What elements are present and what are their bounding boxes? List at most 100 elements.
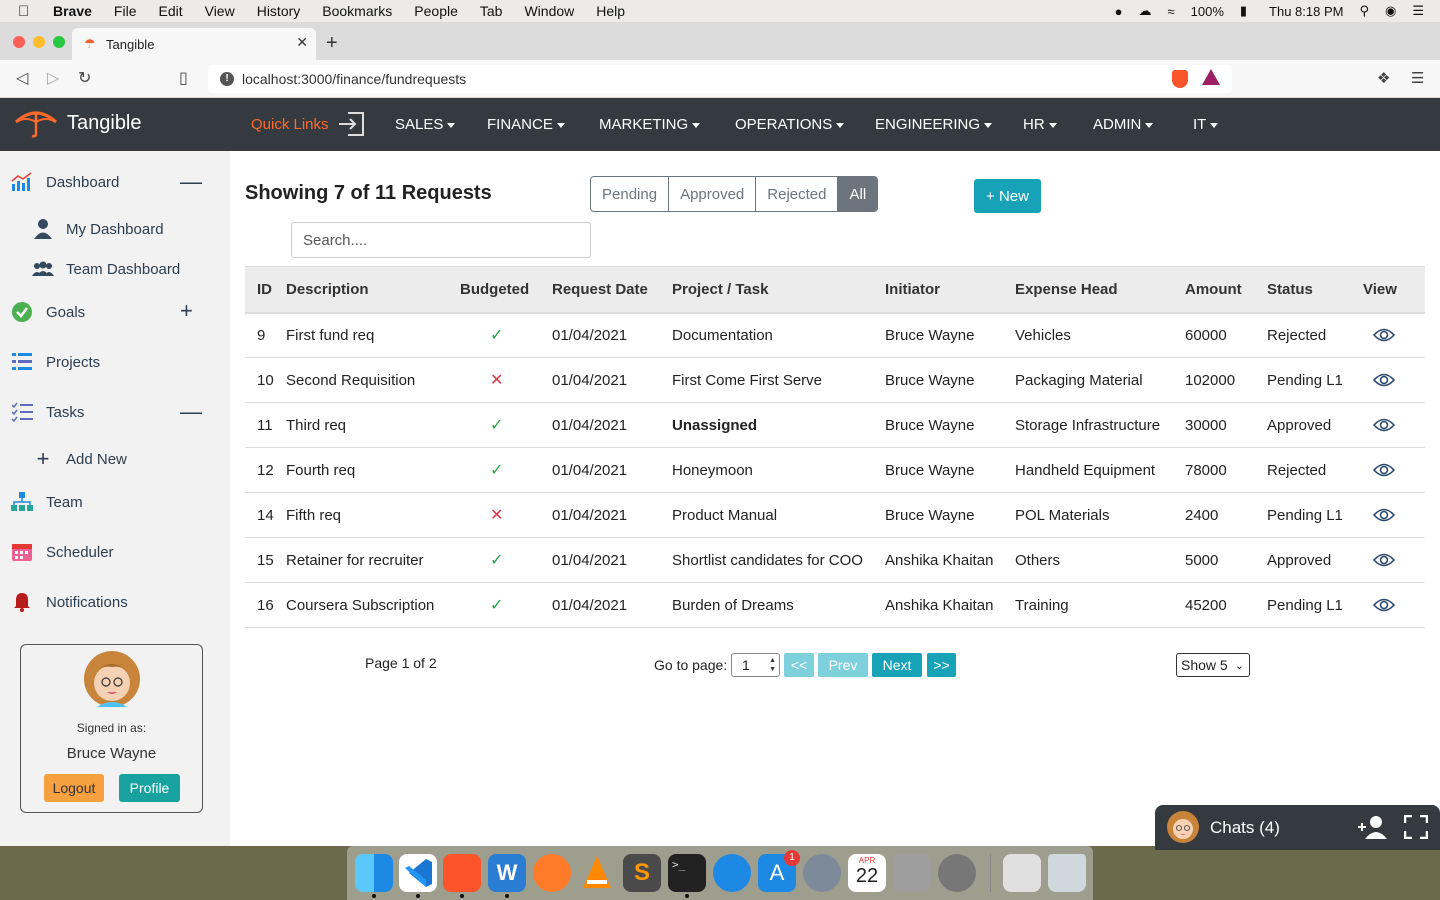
nav-engineering[interactable]: ENGINEERING [875,116,993,133]
header-expense-head[interactable]: Expense Head [1015,266,1185,314]
sidebar-item-add-new[interactable]: + Add New [0,446,127,471]
documents-folder-icon[interactable] [1003,854,1041,892]
table-row[interactable]: 9 First fund req ✓ 01/04/2021 Documentat… [245,312,1425,358]
sidebar-item-team[interactable]: Team [0,491,83,513]
header-budgeted[interactable]: Budgeted [460,266,552,314]
nav-sales[interactable]: SALES [395,116,456,133]
url-text[interactable]: localhost:3000/finance/fundrequests [242,71,466,87]
nav-it[interactable]: IT [1193,116,1219,133]
finder-icon[interactable] [355,854,393,892]
header-request-date[interactable]: Request Date [552,266,672,314]
chats-label[interactable]: Chats (4) [1210,818,1280,838]
sidebar-item-tasks[interactable]: Tasks [0,401,84,423]
header-initiator[interactable]: Initiator [885,266,1015,314]
chats-widget[interactable]: Chats (4) [1155,805,1440,850]
table-row[interactable]: 10 Second Requisition ✕ 01/04/2021 First… [245,357,1425,403]
safari-icon[interactable] [713,854,751,892]
trash-icon[interactable] [1048,854,1086,892]
menu-people[interactable]: People [414,3,458,19]
nav-admin[interactable]: ADMIN [1093,116,1154,133]
table-row[interactable]: 12 Fourth req ✓ 01/04/2021 Honeymoon Bru… [245,447,1425,493]
brave-rewards-icon[interactable] [1202,69,1220,85]
sidebar-item-projects[interactable]: Projects [0,351,100,373]
table-row[interactable]: 11 Third req ✓ 01/04/2021 Unassigned Bru… [245,402,1425,448]
menu-edit[interactable]: Edit [158,3,182,19]
back-icon[interactable]: ◁ [16,68,28,88]
eye-icon[interactable] [1373,373,1395,387]
stepper-arrows-icon[interactable]: ▲ ▼ [769,656,776,674]
sidebar-item-team-dashboard[interactable]: Team Dashboard [0,258,180,280]
nav-finance[interactable]: FINANCE [487,116,565,133]
nav-marketing[interactable]: MARKETING [599,116,701,133]
address-bar[interactable]: ! localhost:3000/finance/fundrequests [208,65,1232,93]
site-info-icon[interactable]: ! [220,72,234,86]
table-row[interactable]: 16 Coursera Subscription ✓ 01/04/2021 Bu… [245,582,1425,628]
calculator-icon[interactable] [893,854,931,892]
new-request-button[interactable]: + New [974,179,1041,213]
header-status[interactable]: Status [1267,266,1363,314]
terminal-icon[interactable]: >_ [668,854,706,892]
sublime-icon[interactable]: S [623,854,661,892]
header-description[interactable]: Description [286,266,460,314]
logout-button[interactable]: Logout [44,774,104,802]
eye-icon[interactable] [1373,463,1395,477]
brave-shields-icon[interactable] [1172,70,1188,88]
brave-icon[interactable] [443,854,481,892]
vlc-icon[interactable] [578,854,616,892]
apple-icon[interactable]:  [18,3,38,20]
header-amount[interactable]: Amount [1185,266,1267,314]
eye-icon[interactable] [1373,418,1395,432]
forward-icon[interactable]: ▷ [47,68,59,88]
nav-operations[interactable]: OPERATIONS [735,116,845,133]
clock[interactable]: Thu 8:18 PM [1269,4,1343,19]
nav-hr[interactable]: HR [1023,116,1057,133]
elephant-icon[interactable]: ● [1115,4,1123,19]
first-page-button[interactable]: << [784,653,814,677]
sidebar-item-scheduler[interactable]: Scheduler [0,541,114,563]
notification-center-icon[interactable]: ☰ [1412,3,1424,19]
table-row[interactable]: 15 Retainer for recruiter ✓ 01/04/2021 S… [245,537,1425,583]
page-number-input[interactable]: 1 ▲ ▼ [731,653,780,677]
close-window-button[interactable] [13,36,25,48]
quick-links-link[interactable]: Quick Links [251,116,329,133]
eye-icon[interactable] [1373,328,1395,342]
menu-view[interactable]: View [205,3,235,19]
fullscreen-icon[interactable] [1404,815,1428,839]
siri-icon[interactable]: ◉ [1385,3,1396,19]
browser-menu-icon[interactable]: ☰ [1411,69,1424,87]
new-tab-icon[interactable]: + [326,32,338,55]
zoom-window-button[interactable] [53,36,65,48]
bookmark-icon[interactable]: ▯ [179,68,188,88]
profile-button[interactable]: Profile [119,774,180,802]
page-size-select[interactable]: Show 5 ⌄ [1176,653,1250,677]
table-row[interactable]: 14 Fifth req ✕ 01/04/2021 Product Manual… [245,492,1425,538]
sidebar-item-goals[interactable]: Goals [0,301,85,323]
last-page-button[interactable]: >> [927,653,956,677]
system-preferences-icon[interactable] [938,854,976,892]
launchpad-icon[interactable] [803,854,841,892]
calendar-app-icon[interactable]: APR 22 [848,854,886,892]
menu-bookmarks[interactable]: Bookmarks [322,3,392,19]
reload-icon[interactable]: ↻ [78,68,91,88]
eye-icon[interactable] [1373,553,1395,567]
menu-history[interactable]: History [257,3,301,19]
filter-approved-button[interactable]: Approved [669,177,757,211]
collapse-dashboard-icon[interactable]: — [180,171,202,193]
eye-icon[interactable] [1373,508,1395,522]
filter-rejected-button[interactable]: Rejected [756,177,839,211]
add-person-icon[interactable] [1357,815,1387,839]
pencil-app-icon[interactable] [533,854,571,892]
sidebar-item-notifications[interactable]: Notifications [0,591,128,613]
next-page-button[interactable]: Next [872,653,922,677]
eye-icon[interactable] [1373,598,1395,612]
header-project-task[interactable]: Project / Task [672,266,885,314]
expand-goals-icon[interactable]: + [180,300,193,322]
filter-all-button[interactable]: All [838,177,878,211]
menu-help[interactable]: Help [596,3,625,19]
sidebar-item-my-dashboard[interactable]: My Dashboard [0,218,164,240]
filter-pending-button[interactable]: Pending [591,177,670,211]
vscode-icon[interactable] [399,854,437,892]
extensions-icon[interactable]: ❖ [1377,69,1390,87]
header-id[interactable]: ID [245,266,286,314]
battery-icon[interactable]: ▮ [1240,3,1247,19]
